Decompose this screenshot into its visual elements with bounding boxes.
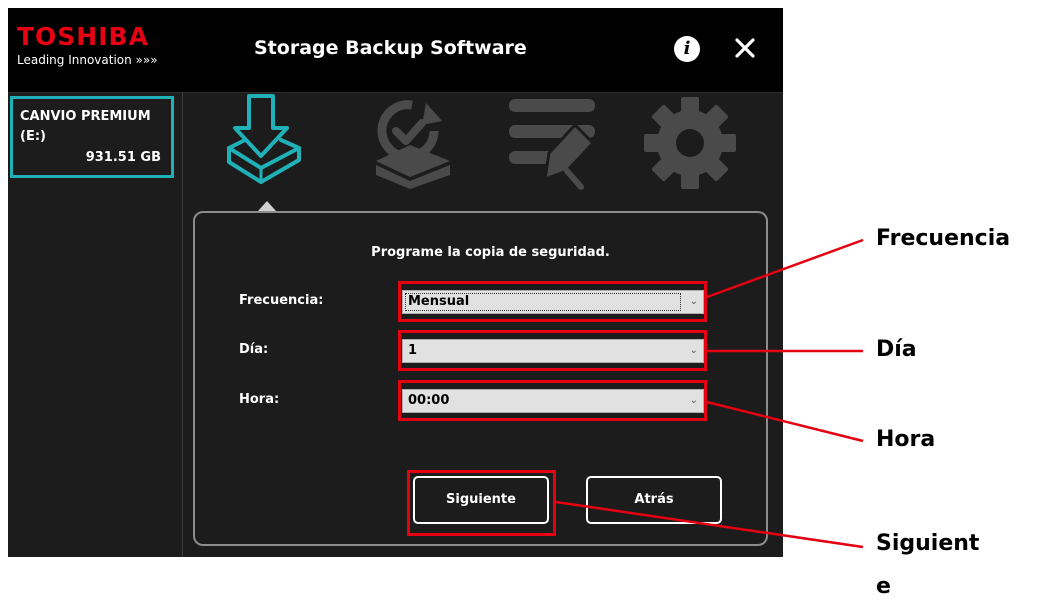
callout-next-line1: Siguient xyxy=(876,531,980,556)
callout-time: Hora xyxy=(876,427,936,452)
callout-day: Día xyxy=(876,337,917,362)
callout-lines xyxy=(555,238,864,549)
callout-next-line2: e xyxy=(876,574,891,599)
callout-frequency: Frecuencia xyxy=(876,226,1011,251)
